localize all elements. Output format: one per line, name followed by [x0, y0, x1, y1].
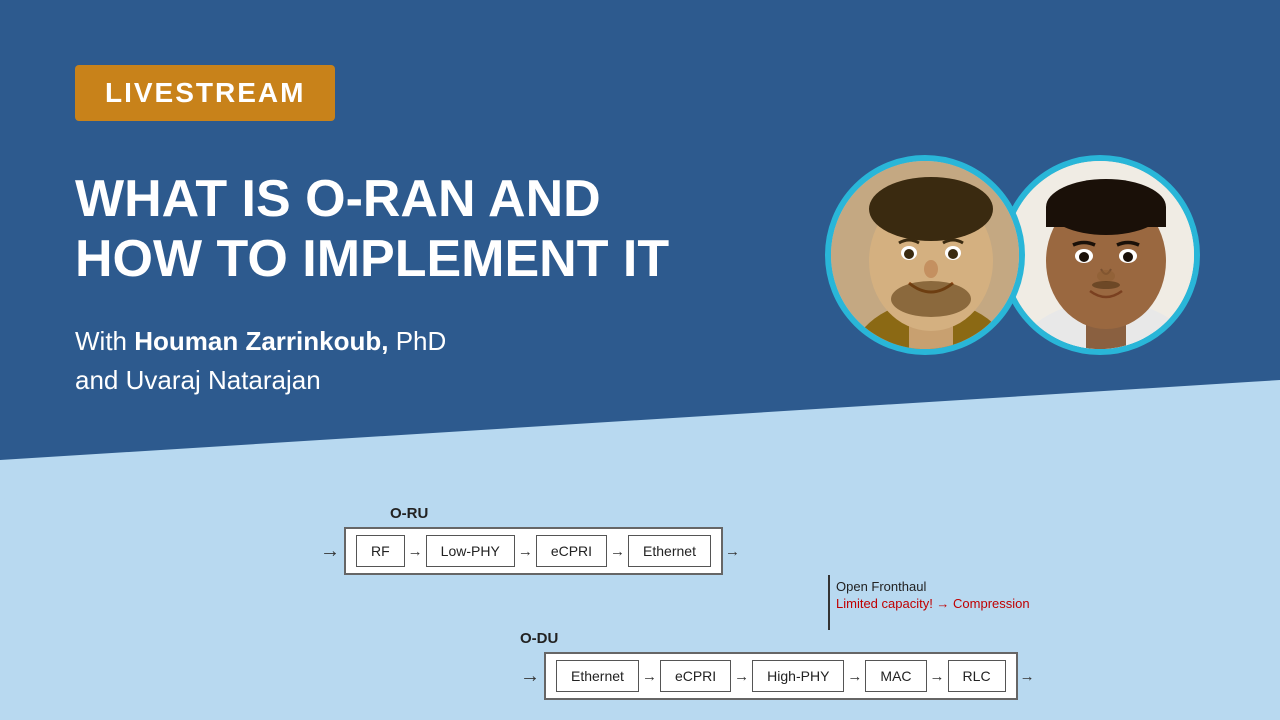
fronthaul-label: Open Fronthaul Limited capacity! → Compr…: [836, 579, 1030, 611]
odu-block-ethernet: Ethernet: [556, 660, 639, 692]
livestream-label: LIVESTREAM: [105, 77, 305, 108]
oru-box: RF → Low-PHY → eCPRI → Ethernet: [344, 527, 723, 575]
odu-arrow-in: →: [520, 665, 540, 688]
odu-arrow-2: →: [731, 668, 752, 685]
subtitle-line2: and Uvaraj Natarajan: [75, 361, 669, 400]
odu-arrow-3: →: [844, 668, 865, 685]
oru-block-ecpri: eCPRI: [536, 535, 607, 567]
title-line2: HOW TO IMPLEMENT IT: [75, 230, 669, 290]
odu-section: O-DU → Ethernet → eCPRI → High-PHY → MAC…: [520, 630, 1120, 700]
oru-arrow-in: →: [320, 540, 340, 563]
oru-arrow-1: →: [405, 543, 426, 560]
oru-arrow-3: →: [607, 543, 628, 560]
odu-label: O-DU: [520, 630, 1120, 648]
odu-arrow-1: →: [639, 668, 660, 685]
odu-block-highphy: High-PHY: [752, 660, 844, 692]
livestream-badge: LIVESTREAM: [75, 65, 335, 121]
avatar-1: [825, 155, 1025, 355]
odu-box: Ethernet → eCPRI → High-PHY → MAC → RLC: [544, 652, 1018, 700]
diagram: O-RU → RF → Low-PHY → eCPRI → Ethernet →: [320, 505, 1120, 700]
odu-block-ecpri: eCPRI: [660, 660, 731, 692]
odu-row: → Ethernet → eCPRI → High-PHY → MAC → RL…: [520, 652, 1120, 700]
oru-arrow-2: →: [515, 543, 536, 560]
oru-block-ethernet: Ethernet: [628, 535, 711, 567]
avatar-2: [1000, 155, 1200, 355]
oru-label: O-RU: [390, 505, 1120, 523]
fronthaul-section: Open Fronthaul Limited capacity! → Compr…: [700, 575, 1120, 630]
odu-block-rlc: RLC: [948, 660, 1006, 692]
subtitle-line1: With Houman Zarrinkoub, PhD: [75, 322, 669, 361]
fronthaul-vertical-line: [828, 575, 830, 630]
oru-block-rf: RF: [356, 535, 405, 567]
title-line1: WHAT IS O-RAN AND: [75, 170, 669, 230]
odu-arrow-4: →: [927, 668, 948, 685]
odu-block-mac: MAC: [865, 660, 926, 692]
oru-section: O-RU → RF → Low-PHY → eCPRI → Ethernet →: [320, 505, 1120, 575]
oru-arrow-out: →: [725, 543, 740, 560]
oru-row: → RF → Low-PHY → eCPRI → Ethernet →: [320, 527, 1120, 575]
odu-arrow-out: →: [1020, 668, 1035, 685]
oru-block-lowphy: Low-PHY: [426, 535, 515, 567]
